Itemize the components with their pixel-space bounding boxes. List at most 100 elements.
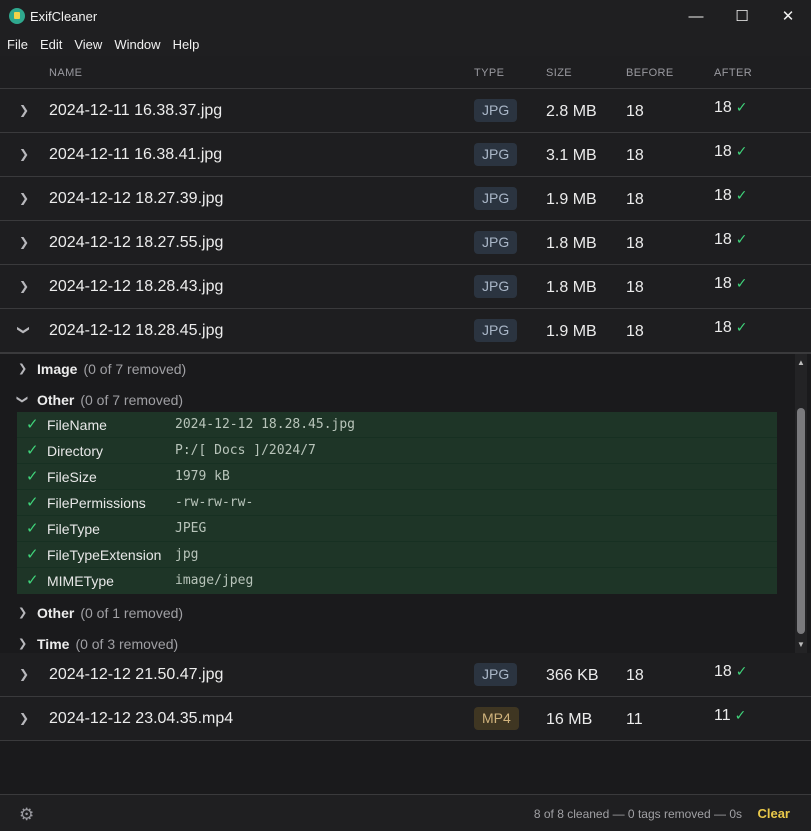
chevron-right-icon[interactable]: ❯ — [18, 637, 27, 650]
tags-after: 18 ✓ — [714, 187, 748, 205]
tag-value: P:/[ Docs ]/2024/7 — [175, 443, 316, 458]
scrollbar-thumb[interactable] — [797, 408, 805, 634]
tag-name: Directory — [47, 443, 104, 459]
tag-name: FileTypeExtension — [47, 547, 162, 563]
chevron-down-icon[interactable]: ❯ — [16, 395, 29, 404]
tag-value: JPEG — [175, 521, 207, 536]
group-count: (0 of 7 removed) — [83, 361, 187, 377]
check-icon: ✓ — [735, 99, 748, 115]
group-other[interactable]: ❯ Other (0 of 7 removed) — [0, 387, 790, 413]
tags-before: 18 — [626, 235, 644, 252]
gear-icon[interactable]: ⚙ — [19, 805, 34, 825]
file-name: 2024-12-11 16.38.41.jpg — [49, 146, 223, 163]
menu-edit[interactable]: Edit — [40, 37, 62, 52]
tags-after: 18 ✓ — [714, 319, 748, 337]
menu-window[interactable]: Window — [114, 37, 160, 52]
tag-name: FileName — [47, 417, 107, 433]
column-before-header: BEFORE — [626, 67, 674, 79]
group-label: Time (0 of 3 removed) — [37, 636, 178, 652]
check-icon: ✓ — [735, 143, 748, 159]
tags-after-value: 11 — [714, 707, 731, 724]
maximize-button[interactable]: ☐ — [719, 0, 765, 32]
file-size: 366 KB — [546, 667, 599, 684]
metadata-details-panel[interactable]: ❯ Image (0 of 7 removed) ❯ Other (0 of 7 r… — [0, 353, 811, 653]
chevron-right-icon[interactable]: ❯ — [18, 606, 27, 619]
file-row[interactable]: ❯ 2024-12-11 16.38.41.jpg JPG 3.1 MB 18 … — [0, 133, 811, 177]
chevron-right-icon[interactable]: ❯ — [17, 279, 31, 293]
tag-name: FileType — [47, 521, 100, 537]
tags-after-value: 18 — [714, 275, 732, 292]
group-label: Other (0 of 7 removed) — [37, 392, 183, 408]
check-icon: ✓ — [26, 416, 39, 433]
file-type-badge: JPG — [474, 663, 518, 686]
chevron-right-icon[interactable]: ❯ — [18, 362, 27, 375]
status-bar: ⚙ 8 of 8 cleaned — 0 tags removed — 0s C… — [0, 794, 811, 831]
status-text: 8 of 8 cleaned — 0 tags removed — 0s — [533, 807, 742, 821]
file-size: 2.8 MB — [546, 103, 597, 120]
menu-view[interactable]: View — [74, 37, 102, 52]
menu-bar: File Edit View Window Help — [0, 32, 811, 56]
menu-help[interactable]: Help — [173, 37, 200, 52]
tags-after: 18 ✓ — [714, 99, 748, 117]
group-name: Other — [37, 605, 75, 621]
window-controls: — ☐ ✕ — [673, 0, 811, 32]
chevron-right-icon[interactable]: ❯ — [17, 667, 31, 681]
tags-after-value: 18 — [714, 99, 732, 116]
group-image[interactable]: ❯ Image (0 of 7 removed) — [0, 356, 790, 382]
file-row[interactable]: ❯ 2024-12-12 21.50.47.jpg JPG 366 KB 18 … — [0, 653, 811, 697]
app-logo-icon — [9, 8, 25, 24]
chevron-right-icon[interactable]: ❯ — [17, 711, 31, 725]
file-size: 1.9 MB — [546, 323, 597, 340]
file-row[interactable]: ❯ 2024-12-12 18.28.43.jpg JPG 1.8 MB 18 … — [0, 265, 811, 309]
file-type-badge: JPG — [474, 275, 518, 298]
tag-name: FileSize — [47, 469, 97, 485]
table-header: NAME TYPE SIZE BEFORE AFTER — [0, 56, 811, 89]
tags-before: 18 — [626, 667, 644, 684]
group-time[interactable]: ❯ Time (0 of 3 removed) — [0, 631, 790, 653]
check-icon: ✓ — [26, 468, 39, 485]
chevron-down-icon[interactable]: ❯ — [17, 323, 31, 337]
details-scrollbar[interactable]: ▲ ▼ — [795, 354, 807, 653]
file-name: 2024-12-12 18.28.45.jpg — [49, 322, 224, 339]
chevron-right-icon[interactable]: ❯ — [17, 103, 31, 117]
tags-after-value: 18 — [714, 663, 732, 680]
check-icon: ✓ — [735, 275, 748, 291]
check-icon: ✓ — [26, 520, 39, 537]
menu-file[interactable]: File — [7, 37, 28, 52]
file-row[interactable]: ❯ 2024-12-11 16.38.37.jpg JPG 2.8 MB 18 … — [0, 89, 811, 133]
tag-row: ✓ MIMEType image/jpeg — [17, 568, 777, 594]
chevron-right-icon[interactable]: ❯ — [17, 235, 31, 249]
group-other-2[interactable]: ❯ Other (0 of 1 removed) — [0, 600, 790, 626]
file-row[interactable]: ❯ 2024-12-12 23.04.35.mp4 MP4 16 MB 11 1… — [0, 697, 811, 741]
tags-after-value: 18 — [714, 231, 732, 248]
file-name: 2024-12-12 21.50.47.jpg — [49, 666, 224, 683]
tags-before: 11 — [626, 711, 643, 728]
group-name: Other — [37, 392, 75, 408]
column-after-header: AFTER — [714, 67, 753, 79]
file-row[interactable]: ❯ 2024-12-12 18.27.55.jpg JPG 1.8 MB 18 … — [0, 221, 811, 265]
chevron-right-icon[interactable]: ❯ — [17, 147, 31, 161]
minimize-button[interactable]: — — [673, 0, 719, 32]
file-row[interactable]: ❯ 2024-12-12 18.27.39.jpg JPG 1.9 MB 18 … — [0, 177, 811, 221]
tags-before: 18 — [626, 103, 644, 120]
chevron-right-icon[interactable]: ❯ — [17, 191, 31, 205]
tag-row: ✓ FileName 2024-12-12 18.28.45.jpg — [17, 412, 777, 438]
clear-button[interactable]: Clear — [757, 806, 790, 821]
scroll-up-icon[interactable]: ▲ — [797, 358, 805, 367]
file-size: 1.8 MB — [546, 235, 597, 252]
close-button[interactable]: ✕ — [765, 0, 811, 32]
tag-name: FilePermissions — [47, 495, 146, 511]
tags-after: 18 ✓ — [714, 275, 748, 293]
file-row-expanded[interactable]: ❯ 2024-12-12 18.28.45.jpg JPG 1.9 MB 18 … — [0, 309, 811, 353]
tags-before: 18 — [626, 147, 644, 164]
check-icon: ✓ — [735, 231, 748, 247]
check-icon: ✓ — [735, 663, 748, 679]
scroll-down-icon[interactable]: ▼ — [797, 640, 805, 649]
tag-value: jpg — [175, 547, 199, 562]
file-size: 1.8 MB — [546, 279, 597, 296]
file-name: 2024-12-12 18.27.55.jpg — [49, 234, 224, 251]
check-icon: ✓ — [734, 707, 747, 723]
check-icon: ✓ — [26, 494, 39, 511]
group-label: Other (0 of 1 removed) — [37, 605, 183, 621]
group-count: (0 of 1 removed) — [80, 605, 184, 621]
